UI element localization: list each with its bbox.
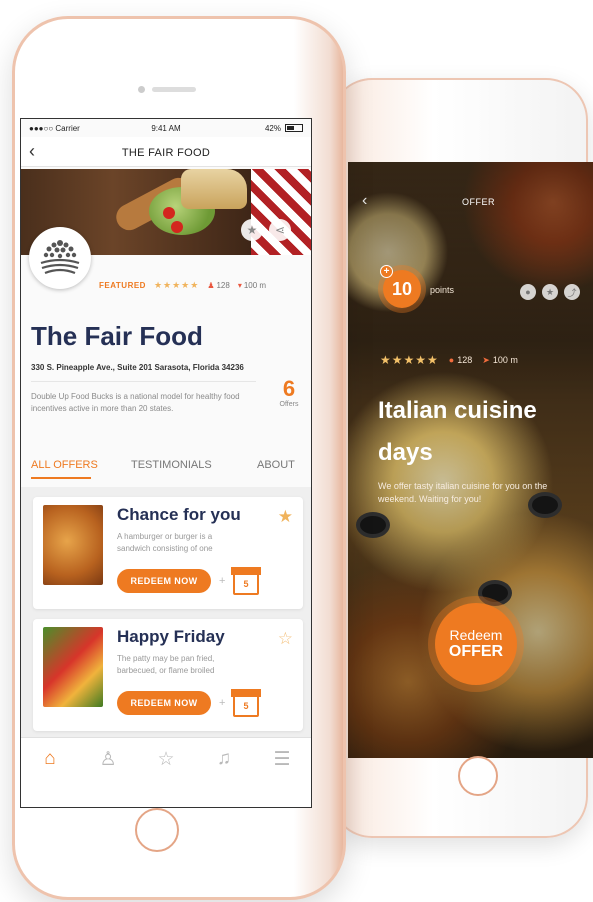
user-icon: ♟	[207, 281, 215, 290]
restaurant-screen: ●●●○○ Carrier 9:41 AM 42% ‹ THE FAIR FOO…	[20, 118, 312, 808]
wheat-field-icon	[40, 240, 80, 275]
offer-meta: ★★★★★ ● 128 ➤ 100 m	[380, 353, 518, 367]
chat-icon[interactable]: ●	[520, 284, 536, 300]
sandwich	[181, 169, 247, 209]
offer-description: The patty may be pan fried, barbecued, o…	[117, 654, 215, 675]
location-icon: ▾	[237, 281, 242, 290]
page-title: THE FAIR FOOD	[121, 147, 211, 159]
offer-card[interactable]: Chance for you ★ A hamburger or burger i…	[33, 497, 303, 609]
bell-icon[interactable]: ♫	[209, 748, 239, 770]
offers-count[interactable]: 6 Offers	[271, 376, 307, 409]
pizza-olive	[356, 512, 390, 538]
user-icon: ●	[448, 355, 455, 365]
rating-stars: ★★★★★	[153, 280, 200, 290]
redeem-now-button[interactable]: REDEEM NOW	[117, 569, 211, 593]
offer-title: Chance for you	[117, 505, 241, 524]
restaurant-description: Double Up Food Bucks is a national model…	[31, 392, 240, 413]
offer-title: Happy Friday	[117, 627, 225, 646]
front-camera	[138, 86, 145, 93]
star-icon[interactable]: ☆	[151, 748, 181, 771]
featured-badge: FEATURED	[99, 281, 146, 290]
offer-nav-title: OFFER	[462, 197, 495, 207]
home-button[interactable]	[135, 808, 179, 852]
battery-icon	[285, 124, 303, 132]
likes-count: ♟ 128	[207, 281, 230, 290]
offer-thumbnail	[43, 505, 103, 585]
redeem-now-button[interactable]: REDEEM NOW	[117, 691, 211, 715]
navbar: ‹ THE FAIR FOOD	[21, 137, 311, 167]
offer-title: Italian cuisine days	[378, 397, 537, 466]
tomato	[163, 207, 175, 219]
offer-navbar: ‹ OFFER	[362, 193, 582, 214]
points-label: points	[430, 285, 455, 295]
distance: ➤ 100 m	[482, 354, 518, 365]
restaurant-logo	[29, 227, 91, 289]
likes-count: ● 128	[448, 355, 473, 365]
status-bar: ●●●○○ Carrier 9:41 AM 42%	[21, 119, 311, 137]
star-icon[interactable]: ★	[542, 284, 558, 300]
offers-list: Chance for you ★ A hamburger or burger i…	[21, 487, 311, 749]
bottom-tab-bar: ⌂ ♙ ☆ ♫ ☰	[21, 737, 311, 807]
redeem-offer-button[interactable]: Redeem OFFER	[435, 603, 517, 685]
menu-icon[interactable]: ☰	[267, 748, 297, 771]
offer-description: A hamburger or burger is a sandwich cons…	[117, 532, 213, 553]
gift-icon: 5	[231, 567, 261, 595]
divider	[31, 381, 256, 382]
restaurant-name: The Fair Food	[31, 321, 203, 351]
tab-testimonials[interactable]: TESTIMONIALS	[131, 459, 212, 471]
chevron-left-icon[interactable]: ‹	[362, 193, 367, 209]
user-icon[interactable]: ♙	[93, 748, 123, 771]
pizza-olive	[478, 580, 512, 606]
rating-stars: ★★★★★	[380, 353, 439, 367]
offer-description: We offer tasty italian cuisine for you o…	[378, 481, 548, 504]
plus-icon: +	[219, 697, 226, 709]
speaker-grille	[152, 87, 196, 92]
distance: ▾ 100 m	[237, 281, 267, 290]
redeem-line1: Redeem	[449, 627, 503, 643]
active-tab-indicator	[31, 477, 91, 479]
offers-label: Offers	[279, 401, 299, 408]
star-icon[interactable]: ★	[241, 219, 263, 241]
star-filled-icon[interactable]: ★	[278, 507, 293, 527]
section-tabs: ALL OFFERS TESTIMONIALS ABOUT	[21, 449, 311, 483]
home-icon[interactable]: ⌂	[35, 748, 65, 770]
plus-icon: +	[380, 265, 393, 278]
home-button[interactable]	[458, 756, 498, 796]
tomato	[171, 221, 183, 233]
offer-actions: ● ★ ⤴	[520, 284, 580, 300]
plus-icon: +	[219, 575, 226, 587]
star-outline-icon[interactable]: ☆	[278, 629, 293, 649]
offers-number: 6	[282, 376, 296, 401]
share-icon[interactable]: ⤴	[564, 284, 580, 300]
tab-all-offers[interactable]: ALL OFFERS	[31, 459, 98, 471]
points-badge: + 10	[380, 265, 421, 308]
offer-card[interactable]: Happy Friday ☆ The patty may be pan frie…	[33, 619, 303, 731]
location-icon: ➤	[482, 354, 490, 365]
gift-icon: 5	[231, 689, 261, 717]
offer-thumbnail	[43, 627, 103, 707]
share-icon[interactable]: ⋖	[269, 219, 291, 241]
tab-about[interactable]: ABOUT	[257, 459, 295, 471]
restaurant-meta: FEATURED ★★★★★ ♟ 128 ▾ 100 m	[99, 280, 309, 291]
redeem-line2: OFFER	[448, 643, 504, 660]
restaurant-address: 330 S. Pineapple Ave., Suite 201 Sarasot…	[31, 363, 244, 372]
clock: 9:41 AM	[151, 123, 181, 133]
points-value: 10	[391, 278, 413, 299]
